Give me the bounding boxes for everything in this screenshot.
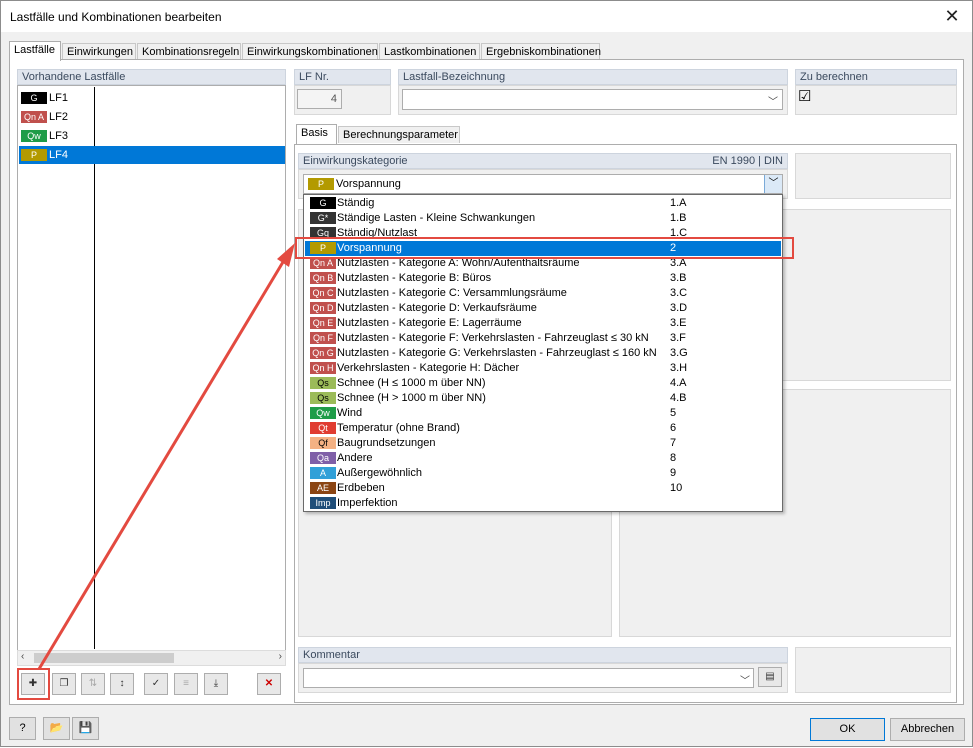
tab-basis[interactable]: Basis — [296, 124, 337, 144]
annotation-arrow-overlay — [37, 243, 295, 670]
annotation-arrowhead — [277, 243, 295, 267]
ok-button[interactable]: OK — [810, 718, 885, 741]
cancel-button[interactable]: Abbrechen — [890, 718, 965, 741]
open-folder-icon[interactable]: 📂 — [43, 717, 70, 740]
help-icon[interactable]: ? — [9, 717, 36, 740]
annotation-arrow-line — [37, 256, 288, 670]
save-icon[interactable]: 💾 — [72, 717, 99, 740]
dialog-window: Lastfälle und Kombinationen bearbeiten ✕… — [0, 0, 973, 747]
tab-lastfaelle[interactable]: Lastfälle — [9, 41, 61, 61]
